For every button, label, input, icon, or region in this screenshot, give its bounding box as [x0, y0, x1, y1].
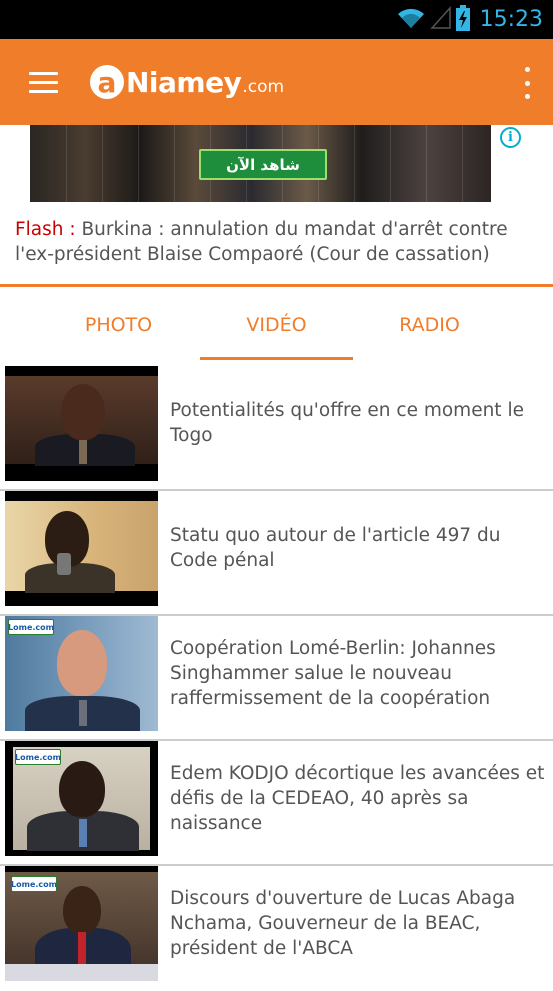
tab-photo[interactable]: PHOTO — [42, 287, 195, 363]
app-bar: a Niamey .com — [0, 39, 553, 125]
tab-video[interactable]: VIDÉO — [200, 287, 353, 363]
status-bar: 15:23 — [0, 0, 553, 39]
tab-selected-indicator — [200, 357, 353, 360]
video-item[interactable]: Lome.com Coopération Lomé-Berlin: Johann… — [0, 616, 553, 741]
ad-area: شاهد الآن i — [0, 125, 553, 202]
video-item[interactable]: Lome.com Edem KODJO décortique les avanc… — [0, 741, 553, 866]
video-title: Edem KODJO décortique les avancées et dé… — [170, 763, 545, 834]
video-item[interactable]: Lome.com Discours d'ouverture de Lucas A… — [0, 866, 553, 991]
ad-banner[interactable]: شاهد الآن — [30, 125, 491, 202]
lome-badge: Lome.com — [15, 749, 61, 765]
wifi-icon — [396, 6, 426, 34]
video-item[interactable]: Statu quo autour de l'article 497 du Cod… — [0, 491, 553, 616]
signal-icon — [429, 5, 452, 34]
overflow-menu-icon[interactable] — [517, 67, 537, 99]
video-title: Statu quo autour de l'article 497 du Cod… — [170, 525, 501, 571]
hamburger-menu-icon[interactable] — [0, 39, 86, 125]
video-title: Discours d'ouverture de Lucas Abaga Ncha… — [170, 888, 516, 959]
logo-tld: .com — [242, 77, 285, 97]
video-thumbnail: Lome.com — [5, 616, 158, 731]
ad-cta-button[interactable]: شاهد الآن — [199, 149, 327, 180]
logo-mark: a — [90, 65, 124, 99]
flash-label: Flash : — [15, 219, 76, 240]
status-time: 15:23 — [479, 7, 543, 32]
ad-info-icon[interactable]: i — [500, 127, 521, 148]
video-thumbnail — [5, 366, 158, 481]
video-item[interactable]: Potentialités qu'offre en ce moment le T… — [0, 366, 553, 491]
flash-news[interactable]: Flash : Burkina : annulation du mandat d… — [15, 217, 540, 267]
flash-text: Burkina : annulation du mandat d'arrêt c… — [15, 219, 508, 265]
video-title: Potentialités qu'offre en ce moment le T… — [170, 400, 524, 446]
media-tabs: PHOTO VIDÉO RADIO — [0, 287, 553, 363]
logo-name: Niamey — [126, 65, 242, 99]
video-thumbnail: Lome.com — [5, 741, 158, 856]
lome-badge: Lome.com — [8, 619, 54, 635]
video-thumbnail — [5, 491, 158, 606]
lome-badge: Lome.com — [11, 876, 57, 892]
battery-charging-icon — [455, 4, 470, 35]
video-thumbnail: Lome.com — [5, 866, 158, 981]
video-title: Coopération Lomé-Berlin: Johannes Singha… — [170, 638, 496, 709]
app-logo: a Niamey .com — [90, 65, 284, 99]
tab-radio[interactable]: RADIO — [353, 287, 506, 363]
